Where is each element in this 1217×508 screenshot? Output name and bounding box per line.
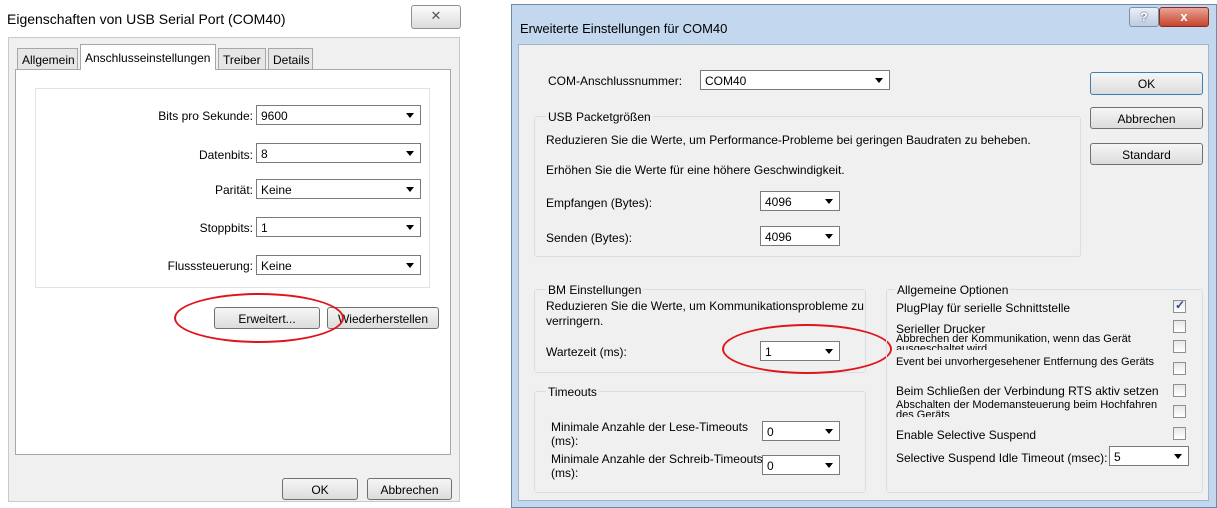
red-highlight-circle	[174, 293, 344, 343]
timeouts-group	[534, 391, 866, 493]
read-timeout-label: Minimale Anzahle der Lese-Timeouts	[551, 420, 748, 434]
general-options-legend: Allgemeine Optionen	[895, 283, 1011, 297]
option-label: Abschalten der Modemansteuerung beim Hoc…	[896, 400, 1158, 417]
tab-driver[interactable]: Treiber	[218, 48, 266, 69]
databits-select[interactable]: 8	[256, 143, 421, 163]
rts-on-close-checkbox[interactable]	[1173, 384, 1186, 397]
dialog-title: Eigenschaften von USB Serial Port (COM40…	[7, 11, 286, 27]
read-timeout-label-unit: (ms):	[551, 434, 579, 448]
option-label: Abbrechen der Kommunikation, wenn das Ge…	[896, 334, 1131, 350]
close-button[interactable]: x	[1159, 7, 1209, 27]
close-button[interactable]: ✕	[411, 5, 461, 29]
send-label: Senden (Bytes):	[546, 231, 633, 245]
flowcontrol-select[interactable]: Keine	[256, 255, 421, 275]
receive-select[interactable]: 4096	[760, 191, 840, 211]
cancel-button[interactable]: Abbrechen	[1090, 107, 1203, 129]
chevron-down-icon	[875, 78, 883, 83]
dialog-title: Erweiterte Einstellungen für COM40	[520, 21, 728, 36]
tab-details[interactable]: Details	[268, 48, 313, 69]
databits-label: Datenbits:	[198, 148, 253, 162]
parity-label: Parität:	[214, 183, 253, 197]
close-icon: x	[1180, 9, 1188, 24]
selective-suspend-checkbox[interactable]	[1173, 427, 1186, 440]
disable-modem-ctrl-checkbox[interactable]	[1173, 405, 1186, 418]
serial-printer-checkbox[interactable]	[1173, 320, 1186, 333]
suspend-timeout-select[interactable]: 5	[1109, 446, 1189, 466]
cancel-on-poweroff-checkbox[interactable]	[1173, 340, 1186, 353]
receive-label: Empfangen (Bytes):	[546, 196, 653, 210]
chevron-down-icon	[825, 429, 833, 434]
chevron-down-icon	[406, 225, 414, 230]
option-label: PlugPlay für serielle Schnittstelle	[896, 301, 1071, 315]
usb-hint-2: Erhöhen Sie die Werte für eine höhere Ge…	[546, 163, 845, 177]
chevron-down-icon	[825, 463, 833, 468]
chevron-down-icon	[406, 187, 414, 192]
default-button[interactable]: Standard	[1090, 143, 1203, 165]
bm-hint-2: verringern.	[546, 314, 604, 328]
flowcontrol-label: Flusssteuerung:	[167, 259, 253, 273]
usb-hint-1: Reduzieren Sie die Werte, um Performance…	[546, 133, 1031, 147]
baud-label: Bits pro Sekunde:	[158, 109, 253, 123]
option-label: Beim Schließen der Verbindung RTS aktiv …	[896, 384, 1159, 398]
usb-group-legend: USB Packetgrößen	[546, 110, 653, 124]
plugplay-checkbox[interactable]	[1173, 298, 1186, 313]
tab-port-settings[interactable]: Anschlusseinstellungen	[80, 44, 216, 70]
bm-group-legend: BM Einstellungen	[546, 283, 644, 297]
stopbits-label: Stoppbits:	[199, 221, 253, 235]
surprise-removal-checkbox[interactable]	[1173, 362, 1186, 375]
chevron-down-icon	[406, 113, 414, 118]
chevron-down-icon	[406, 151, 414, 156]
help-button[interactable]: ?	[1129, 7, 1159, 27]
bm-hint-1: Reduzieren Sie die Werte, um Kommunikati…	[546, 299, 864, 313]
send-select[interactable]: 4096	[760, 226, 840, 246]
com-port-select[interactable]: COM40	[700, 70, 890, 90]
chevron-down-icon	[406, 263, 414, 268]
parity-select[interactable]: Keine	[256, 179, 421, 199]
latency-label: Wartezeit (ms):	[546, 345, 627, 359]
chevron-down-icon	[825, 199, 833, 204]
stopbits-select[interactable]: 1	[256, 217, 421, 237]
help-icon: ?	[1140, 10, 1148, 24]
chevron-down-icon	[1174, 454, 1182, 459]
read-timeout-select[interactable]: 0	[762, 421, 840, 441]
cancel-button[interactable]: Abbrechen	[367, 478, 452, 500]
tab-general[interactable]: Allgemein	[17, 48, 78, 69]
timeouts-legend: Timeouts	[546, 385, 599, 399]
option-label: Enable Selective Suspend	[896, 428, 1037, 442]
write-timeout-label: Minimale Anzahle der Schreib-Timeouts	[551, 452, 763, 466]
write-timeout-label-unit: (ms):	[551, 466, 579, 480]
suspend-timeout-label: Selective Suspend Idle Timeout (msec):	[896, 451, 1108, 465]
write-timeout-select[interactable]: 0	[762, 455, 840, 475]
ok-button[interactable]: OK	[1090, 72, 1203, 95]
chevron-down-icon	[825, 234, 833, 239]
close-icon: ✕	[430, 8, 442, 23]
option-label: Event bei unvorhergesehener Entfernung d…	[896, 357, 1155, 368]
ok-button[interactable]: OK	[282, 478, 358, 500]
com-port-label: COM-Anschlussnummer:	[548, 74, 683, 88]
baud-select[interactable]: 9600	[256, 105, 421, 125]
red-highlight-circle	[722, 324, 892, 374]
